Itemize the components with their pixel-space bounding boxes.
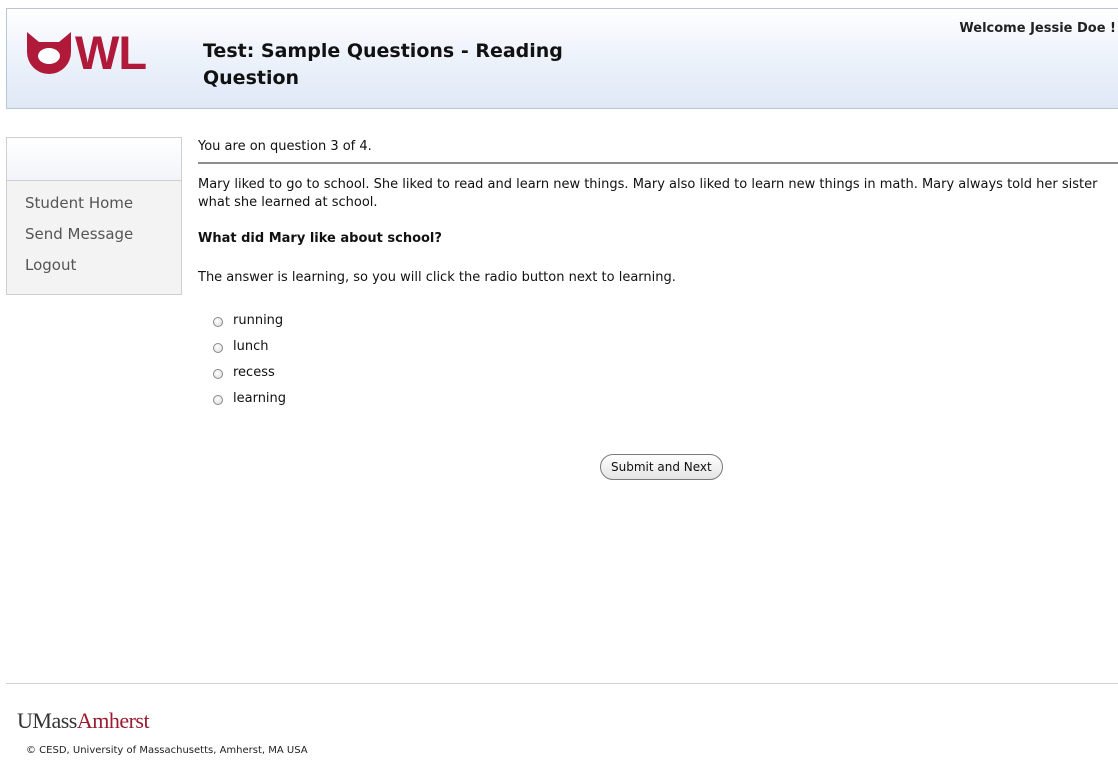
option-label: learning <box>233 390 287 406</box>
option-learning[interactable]: learning <box>213 385 1118 411</box>
radio-unselected-icon[interactable] <box>213 317 223 327</box>
question-progress: You are on question 3 of 4. <box>198 139 372 154</box>
option-lunch[interactable]: lunch <box>213 333 1118 359</box>
sidebar-header <box>7 138 181 181</box>
sidebar-item-send-message[interactable]: Send Message <box>25 224 181 255</box>
option-running[interactable]: running <box>213 307 1118 333</box>
owl-logo-icon <box>25 30 73 76</box>
option-label: recess <box>233 364 275 380</box>
option-label: lunch <box>233 338 269 354</box>
logo-umass: UMass <box>17 708 77 733</box>
submit-container: Submit and Next <box>600 454 723 480</box>
logo-text: WL <box>75 26 147 79</box>
copyright-text: © CESD, University of Massachusetts, Amh… <box>26 745 308 756</box>
submit-and-next-button[interactable]: Submit and Next <box>600 454 723 480</box>
sidebar-item-student-home[interactable]: Student Home <box>25 193 181 224</box>
sidebar-nav: Student Home Send Message Logout <box>7 181 181 286</box>
radio-unselected-icon[interactable] <box>213 343 223 353</box>
footer-divider <box>6 683 1118 684</box>
sidebar: Student Home Send Message Logout <box>6 137 182 295</box>
page-title: Test: Sample Questions - Reading Questio… <box>203 40 563 89</box>
welcome-message: Welcome Jessie Doe ! <box>959 21 1116 36</box>
page: WL Test: Sample Questions - Reading Ques… <box>0 0 1118 780</box>
header: WL Test: Sample Questions - Reading Ques… <box>6 8 1118 109</box>
reading-passage: Mary liked to go to school. She liked to… <box>198 177 1098 210</box>
option-label: running <box>233 312 284 328</box>
question-text: What did Mary like about school? <box>198 231 442 246</box>
radio-unselected-icon[interactable] <box>213 369 223 379</box>
option-recess[interactable]: recess <box>213 359 1118 385</box>
radio-unselected-icon[interactable] <box>213 395 223 405</box>
instruction-text: The answer is learning, so you will clic… <box>198 270 676 285</box>
umass-amherst-logo: UMassAmherst <box>17 707 150 735</box>
logo-amherst: Amherst <box>76 708 150 733</box>
answer-options: running lunch recess learning <box>213 307 1118 411</box>
divider <box>198 162 1118 164</box>
owl-logo: WL <box>25 26 147 79</box>
sidebar-item-logout[interactable]: Logout <box>25 255 181 286</box>
main-content: You are on question 3 of 4. Mary liked t… <box>198 137 1118 480</box>
